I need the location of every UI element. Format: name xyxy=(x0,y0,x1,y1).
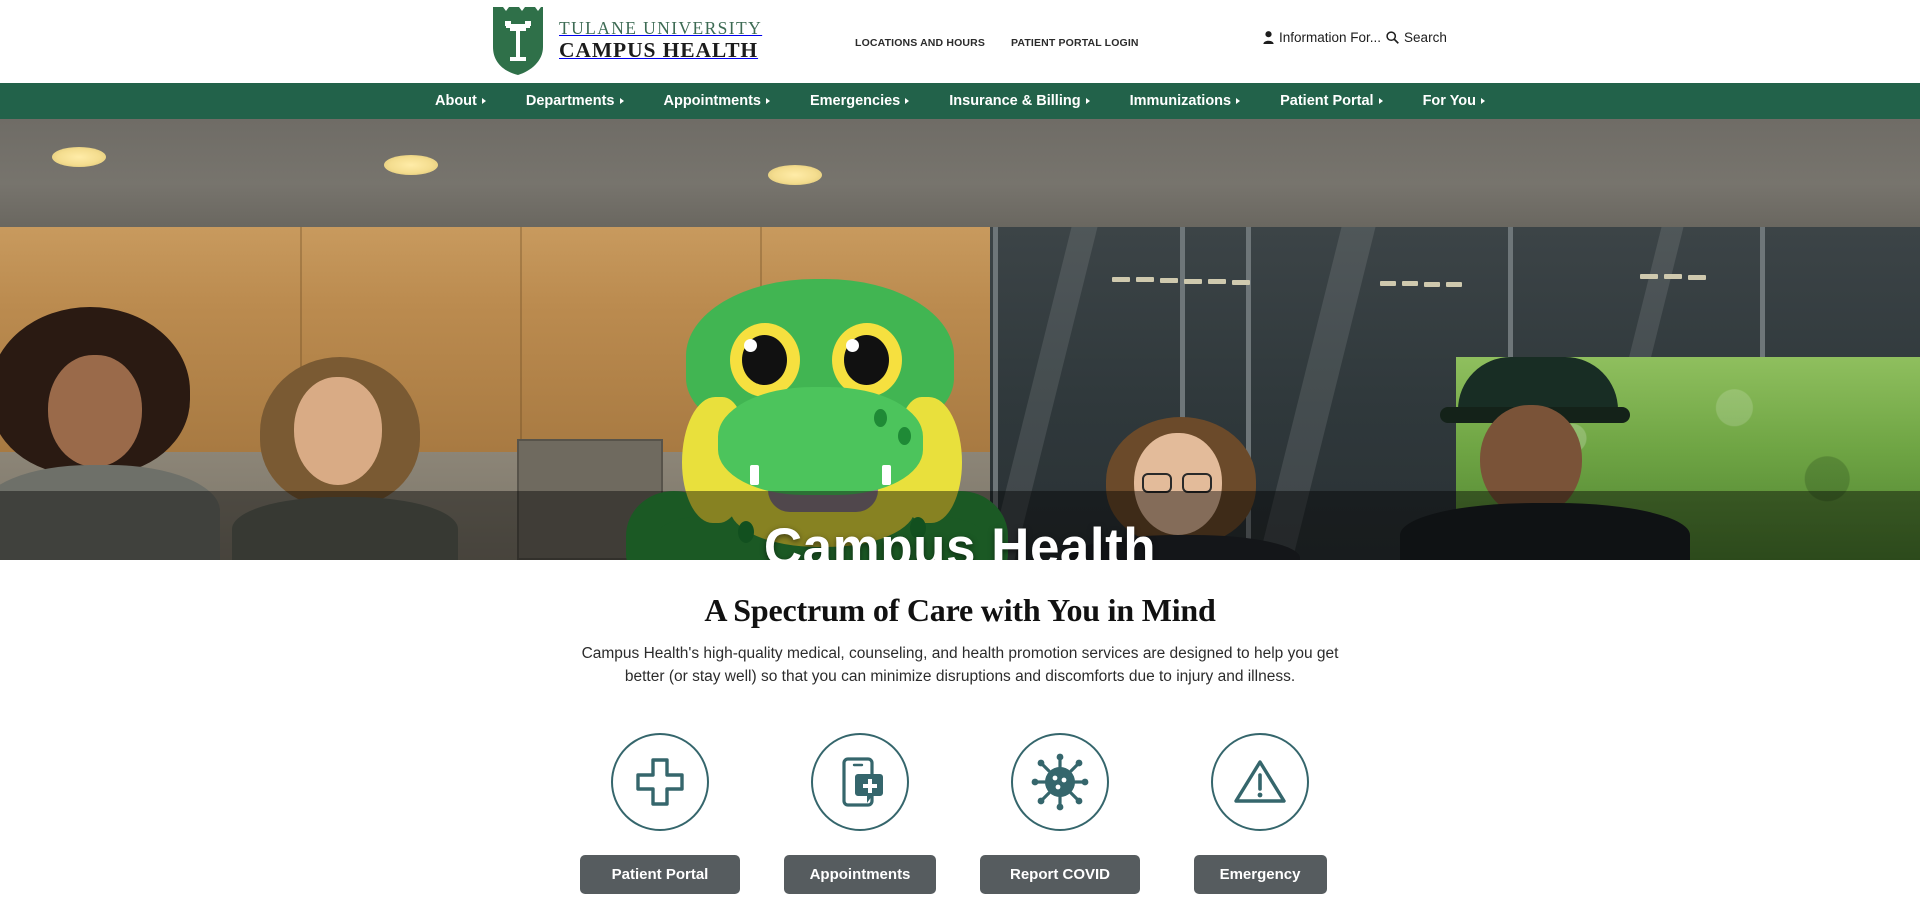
mobile-appointment-icon xyxy=(811,732,909,831)
chevron-right-icon xyxy=(1236,98,1241,104)
nav-label: Insurance & Billing xyxy=(949,93,1081,109)
chevron-right-icon xyxy=(1085,98,1090,104)
card-emergency: Emergency xyxy=(1180,732,1340,894)
patient-portal-button[interactable]: Patient Portal xyxy=(580,854,740,894)
chevron-right-icon xyxy=(1378,98,1383,104)
header-tools: Information For... Search xyxy=(1263,30,1447,45)
warning-triangle-icon xyxy=(1211,732,1309,831)
utility-link-locations-and-hours[interactable]: LOCATIONS AND HOURS xyxy=(855,37,985,49)
hero-photo xyxy=(0,119,1920,560)
utility-links: LOCATIONS AND HOURS PATIENT PORTAL LOGIN xyxy=(855,37,1139,49)
section-title: A Spectrum of Care with You in Mind xyxy=(704,592,1216,628)
chevron-right-icon xyxy=(481,98,486,104)
nav-item-patient-portal[interactable]: Patient Portal xyxy=(1260,83,1402,119)
card-report-covid: Report COVID xyxy=(980,732,1140,894)
nav-item-immunizations[interactable]: Immunizations xyxy=(1110,83,1261,119)
nav-item-about[interactable]: About xyxy=(415,83,506,119)
nav-item-appointments[interactable]: Appointments xyxy=(644,83,790,119)
site-logo[interactable]: TULANE UNIVERSITY CAMPUS HEALTH xyxy=(489,4,762,76)
main-content: A Spectrum of Care with You in Mind Camp… xyxy=(0,560,1920,894)
search-icon xyxy=(1386,31,1399,44)
main-navigation: About Departments Appointments Emergenci… xyxy=(0,83,1920,119)
chevron-right-icon xyxy=(765,98,770,104)
nav-label: For You xyxy=(1422,93,1477,109)
medical-cross-icon xyxy=(611,732,709,831)
section-subtitle: Campus Health's high-quality medical, co… xyxy=(581,645,1339,685)
nav-label: Emergencies xyxy=(809,93,901,109)
nav-item-emergencies[interactable]: Emergencies xyxy=(790,83,929,119)
site-header: TULANE UNIVERSITY CAMPUS HEALTH LOCATION… xyxy=(0,0,1920,83)
search-label: Search xyxy=(1404,30,1447,45)
hero-banner: Campus Health xyxy=(0,119,1920,560)
information-for-label: Information For... xyxy=(1279,30,1382,45)
information-for-menu[interactable]: Information For... xyxy=(1263,30,1381,45)
report-covid-button[interactable]: Report COVID xyxy=(980,854,1140,894)
nav-item-departments[interactable]: Departments xyxy=(506,83,644,119)
chevron-right-icon xyxy=(619,98,624,104)
chevron-right-icon xyxy=(905,98,910,104)
card-patient-portal: Patient Portal xyxy=(580,732,740,894)
appointments-button[interactable]: Appointments xyxy=(784,854,936,894)
logo-line-campus-health: CAMPUS HEALTH xyxy=(559,37,759,62)
nav-label: Immunizations xyxy=(1129,93,1232,109)
virus-icon xyxy=(1011,732,1109,831)
nav-item-insurance-and-billing[interactable]: Insurance & Billing xyxy=(929,83,1109,119)
quick-links-cards: Patient Portal Appointments Report COVID… xyxy=(0,732,1920,894)
nav-label: About xyxy=(434,93,477,109)
chevron-right-icon xyxy=(1481,98,1486,104)
search-button[interactable]: Search xyxy=(1386,30,1447,45)
tulane-shield-icon xyxy=(489,4,547,76)
nav-label: Patient Portal xyxy=(1280,93,1374,109)
card-appointments: Appointments xyxy=(780,732,940,894)
emergency-button[interactable]: Emergency xyxy=(1193,854,1327,894)
nav-label: Appointments xyxy=(663,93,761,109)
logo-wordmark: TULANE UNIVERSITY CAMPUS HEALTH xyxy=(559,19,762,62)
nav-item-for-you[interactable]: For You xyxy=(1403,83,1505,119)
logo-line-university: TULANE UNIVERSITY xyxy=(559,17,763,38)
nav-label: Departments xyxy=(525,93,615,109)
utility-link-patient-portal-login[interactable]: PATIENT PORTAL LOGIN xyxy=(1011,37,1139,49)
page-title: Campus Health xyxy=(763,518,1157,560)
person-icon xyxy=(1263,31,1274,44)
